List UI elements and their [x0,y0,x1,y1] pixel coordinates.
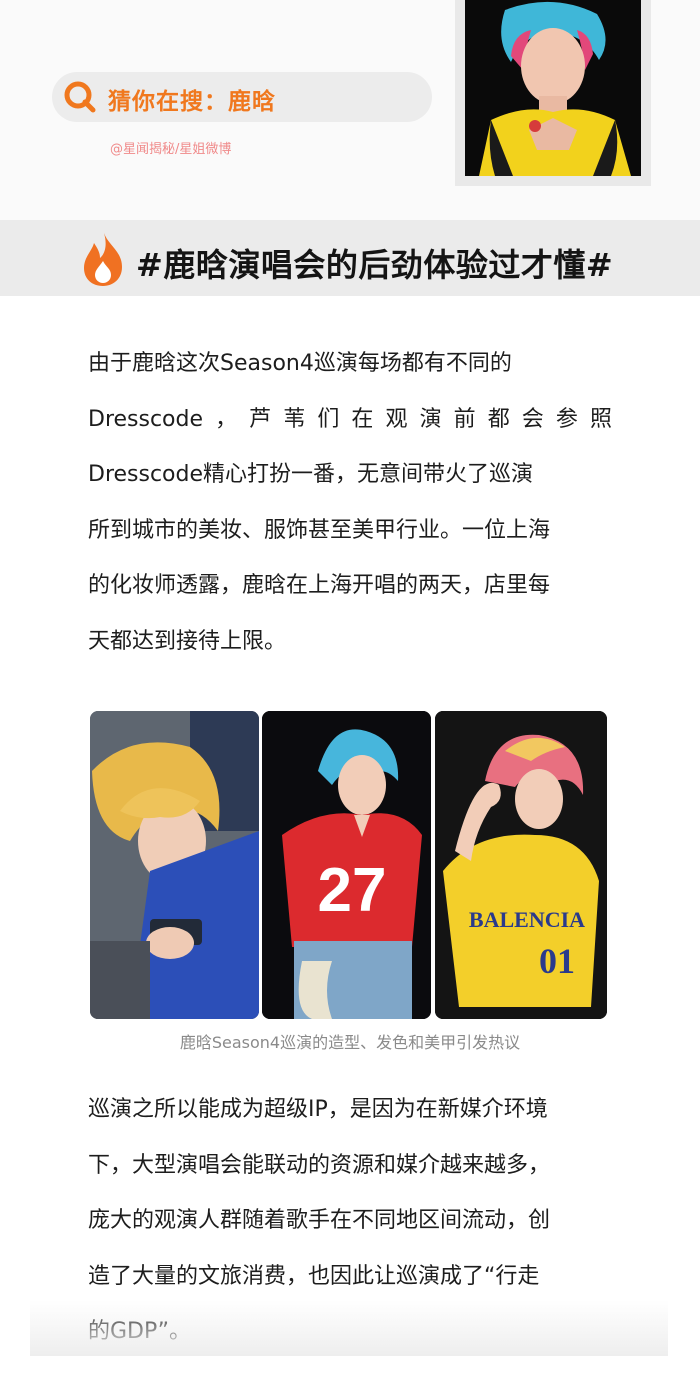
performer-photo [465,0,641,176]
shirt-number: 01 [539,941,575,981]
justified-char: ， [215,406,238,432]
paragraph-line: 所到城市的美妆、服饰甚至美甲行业。一位上海 [88,517,551,543]
fire-icon [84,233,122,286]
topic-title[interactable]: #鹿晗演唱会的后劲体验过才懂# [136,240,613,286]
jersey-number: 27 [318,856,387,925]
paragraph-line: 的GDP”。 [88,1319,192,1344]
justified-char: 在 [351,406,374,432]
paragraph-line: 的化妆师透露，鹿晗在上海开唱的两天，店里每 [88,573,551,598]
photo-caption: 鹿晗Season4巡演的造型、发色和美甲引发热议 [179,1033,521,1052]
shirt-text: BALENCIA [469,907,585,932]
justified-char: 观 [385,406,408,432]
justified-char: 参 [555,406,578,432]
paragraph-tour-gdp: 巡演之所以能成为超级IP，是因为在新媒介环境 下，大型演唱会能联动的资源和媒介越… [88,1082,612,1360]
search-icon [64,81,96,113]
paragraph-line-justified: Dresscode ， 芦苇们在观演前都会参照 [88,392,612,448]
source-credit: @星闻揭秘/星姐微博 [110,142,232,157]
photo-blue-hair-jersey: 27 [262,711,431,1019]
paragraph-line: 巡演之所以能成为超级IP，是因为在新媒介环境 [88,1097,548,1122]
top-photo-frame [455,0,651,186]
justified-char: 前 [453,406,476,432]
justified-char: 照 [589,406,612,432]
justified-char: 演 [419,406,442,432]
justified-char: 们 [317,406,340,432]
justified-char: Dresscode [88,406,204,432]
paragraph-line: 由于鹿晗这次Season4巡演每场都有不同的 [88,351,512,376]
paragraph-line: 造了大量的文旅消费，也因此让巡演成了“行走 [88,1263,540,1289]
paragraph-line: 天都达到接待上限。 [88,628,287,654]
paragraph-line: 庞大的观演人群随着歌手在不同地区间流动，创 [88,1208,551,1233]
justified-char: 会 [521,406,544,432]
paragraph-line: 下，大型演唱会能联动的资源和媒介越来越多， [88,1152,551,1178]
justified-char: 苇 [283,406,306,432]
paragraph-line: Dresscode精心打扮一番，无意间带火了巡演 [88,462,534,487]
paragraph-dresscode: 由于鹿晗这次Season4巡演每场都有不同的 Dresscode ， 芦苇们在观演前… [88,336,612,669]
justified-char: 芦 [249,406,272,432]
photo-pink-hair-yellow-shirt: BALENCIA 01 [435,711,607,1019]
photo-blonde-hair [90,711,259,1019]
justified-char: 都 [487,406,510,432]
search-suggestion-pill[interactable]: 猜你在搜：鹿晗 [52,72,432,122]
search-suggestion-text[interactable]: 猜你在搜：鹿晗 [108,82,276,116]
